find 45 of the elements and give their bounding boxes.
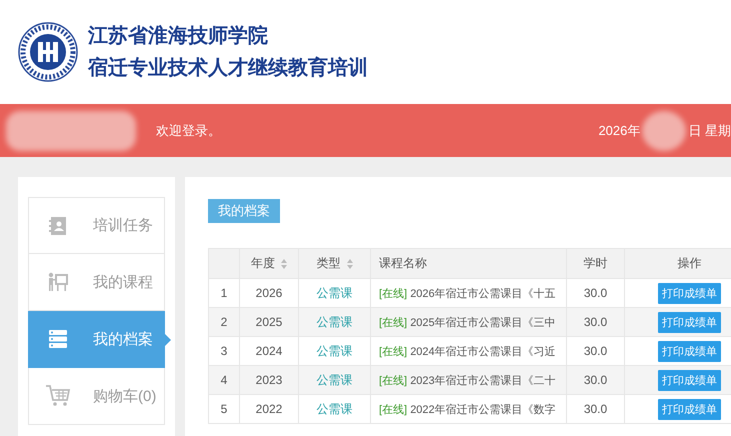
column-header: 操作 bbox=[678, 256, 702, 270]
contact-book-icon bbox=[48, 216, 68, 236]
online-tag: [在线] bbox=[379, 346, 408, 358]
print-transcript-button[interactable]: 打印成绩单 bbox=[658, 398, 721, 420]
sidebar-item[interactable]: 培训任务 bbox=[28, 197, 165, 254]
year-cell: 2025 bbox=[240, 308, 298, 336]
row-number: 2 bbox=[208, 308, 240, 336]
blurred-date bbox=[642, 110, 686, 150]
date-text: 2026年 bbox=[598, 122, 640, 140]
course-name[interactable]: 2022年宿迁市公需课目《数字 bbox=[410, 404, 556, 416]
print-transcript-button[interactable]: 打印成绩单 bbox=[658, 282, 721, 304]
year-cell: 2022 bbox=[240, 394, 298, 424]
online-tag: [在线] bbox=[379, 374, 408, 386]
online-tag: [在线] bbox=[379, 404, 408, 416]
row-number: 4 bbox=[208, 366, 240, 394]
weekday-text: 日 星期 bbox=[688, 122, 731, 140]
school-name: 江苏省淮海技师学院 bbox=[88, 24, 269, 48]
school-logo bbox=[18, 22, 78, 82]
hours-cell: 30.0 bbox=[566, 366, 624, 394]
site-subtitle: 宿迁专业技术人才继续教育培训 bbox=[88, 56, 368, 80]
server-list-icon bbox=[48, 330, 68, 348]
course-name[interactable]: 2024年宿迁市公需课目《习近 bbox=[410, 346, 556, 358]
course-name[interactable]: 2023年宿迁市公需课目《二十 bbox=[410, 374, 556, 386]
sort-icon[interactable] bbox=[346, 258, 352, 269]
online-tag: [在线] bbox=[379, 316, 408, 328]
course-name[interactable]: 2025年宿迁市公需课目《三中 bbox=[410, 316, 556, 328]
print-transcript-button[interactable]: 打印成绩单 bbox=[658, 370, 721, 390]
hours-cell: 30.0 bbox=[566, 394, 624, 424]
print-transcript-button[interactable]: 打印成绩单 bbox=[658, 340, 721, 362]
year-cell: 2023 bbox=[240, 366, 298, 394]
sidebar-item[interactable]: 购物车(0) bbox=[28, 368, 165, 425]
column-header[interactable]: 类型 bbox=[316, 256, 340, 270]
course-name[interactable]: 2026年宿迁市公需课目《十五 bbox=[410, 288, 556, 300]
welcome-text: 欢迎登录。 bbox=[156, 122, 221, 140]
row-number: 5 bbox=[208, 394, 240, 424]
print-transcript-button[interactable]: 打印成绩单 bbox=[658, 312, 721, 332]
teacher-board-icon bbox=[47, 272, 69, 292]
column-header[interactable]: 年度 bbox=[251, 256, 275, 270]
column-header: 课程名称 bbox=[379, 256, 427, 270]
section-tab[interactable]: 我的档案 bbox=[208, 199, 280, 223]
hours-cell: 30.0 bbox=[566, 308, 624, 336]
sort-icon[interactable] bbox=[281, 258, 287, 269]
online-tag: [在线] bbox=[379, 288, 408, 300]
column-header: 学时 bbox=[584, 256, 608, 270]
cart-icon bbox=[45, 384, 71, 408]
